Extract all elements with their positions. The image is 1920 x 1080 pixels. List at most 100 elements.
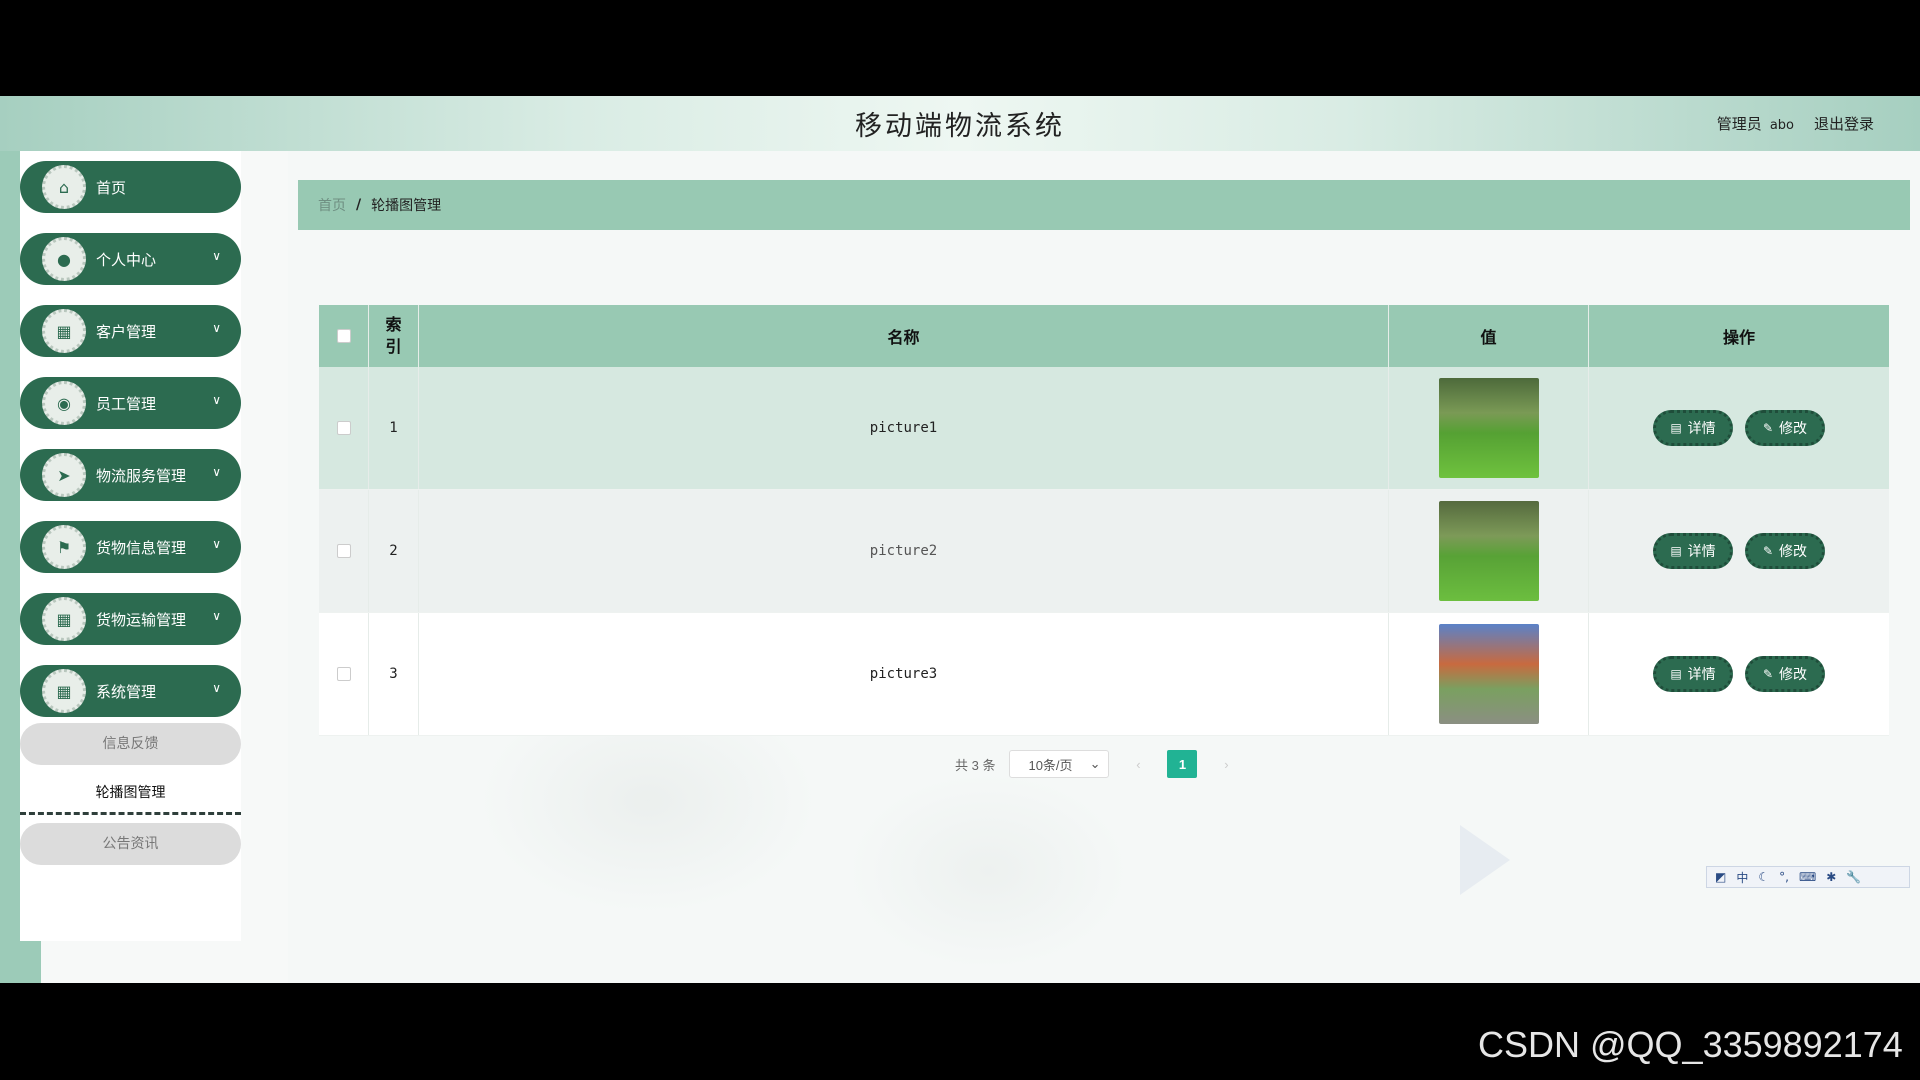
row-value-cell xyxy=(1389,613,1589,735)
sidebar-item-label: 货物信息管理 xyxy=(96,539,187,557)
csdn-watermark: CSDN @QQ_3359892174 xyxy=(1478,1024,1903,1065)
header-value: 值 xyxy=(1389,305,1589,367)
sidebar-item-home[interactable]: ⌂ 首页 xyxy=(20,161,241,213)
header-index-line2: 引 xyxy=(385,337,402,356)
header-index: 索 引 xyxy=(369,305,419,367)
row-name: picture2 xyxy=(419,490,1389,612)
row-thumbnail-image xyxy=(1438,501,1539,601)
document-icon: ▤ xyxy=(1670,421,1682,435)
ime-language[interactable]: 中 xyxy=(1736,869,1748,886)
breadcrumb-home[interactable]: 首页 xyxy=(318,195,346,215)
detail-button[interactable]: ▤ 详情 xyxy=(1653,410,1733,446)
settings-icon: ✱ xyxy=(1826,870,1837,884)
edit-button-label: 修改 xyxy=(1779,543,1808,559)
chevron-down-icon: ∨ xyxy=(212,393,221,407)
detail-button[interactable]: ▤ 详情 xyxy=(1653,656,1733,692)
keyboard-icon: ⌨ xyxy=(1798,870,1817,884)
page-size-select[interactable]: 10条/页 ⌄ xyxy=(1009,750,1110,778)
chevron-down-icon: ⌄ xyxy=(1089,756,1101,771)
sidebar: ⌂ 首页 ● 个人中心 ∨ ▦ 客户管理 ∨ ◉ 员工管理 ∨ ➤ 物流服务管理… xyxy=(20,151,241,941)
prev-page-button[interactable]: ‹ xyxy=(1123,750,1153,778)
ime-logo-icon: ◩ xyxy=(1715,870,1727,884)
row-button-group: ▤ 详情 ✎ 修改 xyxy=(1653,410,1825,446)
pencil-icon: ✎ xyxy=(1762,544,1774,558)
table-row: 1 picture1 ▤ 详情 ✎ 修改 xyxy=(319,367,1889,490)
document-icon: ▤ xyxy=(1670,667,1682,681)
sidebar-item-label: 物流服务管理 xyxy=(96,467,187,485)
edit-button-label: 修改 xyxy=(1779,666,1808,682)
top-header: 移动端物流系统 管理员 abo 退出登录 xyxy=(0,96,1920,151)
chevron-down-icon: ∨ xyxy=(212,249,221,263)
row-operations: ▤ 详情 ✎ 修改 xyxy=(1589,490,1889,612)
chevron-down-icon: ∨ xyxy=(212,537,221,551)
grid-icon: ▦ xyxy=(42,309,86,353)
row-checkbox[interactable] xyxy=(336,421,351,435)
sidebar-item-label: 员工管理 xyxy=(96,395,157,413)
select-all-checkbox[interactable] xyxy=(336,329,351,343)
row-checkbox[interactable] xyxy=(336,667,351,681)
edit-button[interactable]: ✎ 修改 xyxy=(1745,533,1825,569)
header-operation: 操作 xyxy=(1722,328,1755,347)
header-select-all xyxy=(319,305,369,367)
sidebar-subitem-announcements[interactable]: 公告资讯 xyxy=(20,823,241,865)
row-value-cell xyxy=(1389,490,1589,612)
chevron-down-icon: ∨ xyxy=(212,609,221,623)
sidebar-item-label: 个人中心 xyxy=(96,251,157,269)
row-button-group: ▤ 详情 ✎ 修改 xyxy=(1653,533,1825,569)
table-row: 3 picture3 ▤ 详情 ✎ 修改 xyxy=(319,613,1889,736)
page-size-value: 10条/页 xyxy=(1028,757,1073,773)
row-name: picture3 xyxy=(419,613,1389,735)
detail-button-label: 详情 xyxy=(1687,543,1716,559)
page-number-button[interactable]: 1 xyxy=(1167,750,1198,778)
sidebar-item-label: 客户管理 xyxy=(96,323,157,341)
carousel-table: 索 引 名称 值 操作 1 picture1 ▤ 详情 ✎ 修改 2 picture… xyxy=(319,305,1889,736)
detail-button-label: 详情 xyxy=(1687,420,1716,436)
pagination: 共 3 条 10条/页 ⌄ ‹ 1 › xyxy=(955,750,1241,778)
sidebar-subitem-feedback[interactable]: 信息反馈 xyxy=(20,723,241,765)
sidebar-item-system[interactable]: ▦ 系统管理 ∨ xyxy=(20,665,241,717)
sidebar-item-label: 系统管理 xyxy=(96,683,157,701)
chevron-down-icon: ∨ xyxy=(212,465,221,479)
logout-link[interactable]: 退出登录 xyxy=(1814,113,1874,134)
detail-button-label: 详情 xyxy=(1687,666,1716,682)
row-value-cell xyxy=(1389,367,1589,489)
flag-icon: ⚑ xyxy=(42,525,86,569)
breadcrumb: 首页 / 轮播图管理 xyxy=(298,180,1910,230)
row-index: 3 xyxy=(369,613,419,735)
sidebar-item-personal-center[interactable]: ● 个人中心 ∨ xyxy=(20,233,241,285)
edit-button[interactable]: ✎ 修改 xyxy=(1745,410,1825,446)
sidebar-subitem-carousel[interactable]: 轮播图管理 xyxy=(20,771,241,815)
sidebar-item-label: 首页 xyxy=(96,179,127,197)
row-thumbnail-image xyxy=(1438,624,1539,724)
detail-button[interactable]: ▤ 详情 xyxy=(1653,533,1733,569)
next-page-button[interactable]: › xyxy=(1211,750,1241,778)
edit-button-label: 修改 xyxy=(1779,420,1808,436)
wrench-icon: 🔧 xyxy=(1846,870,1862,884)
ime-toolbar: ◩ 中 ☾ °, ⌨ ✱ 🔧 xyxy=(1706,866,1910,888)
sidebar-item-employee[interactable]: ◉ 员工管理 ∨ xyxy=(20,377,241,429)
row-operations: ▤ 详情 ✎ 修改 xyxy=(1589,367,1889,489)
edit-button[interactable]: ✎ 修改 xyxy=(1745,656,1825,692)
sidebar-item-goods-info[interactable]: ⚑ 货物信息管理 ∨ xyxy=(20,521,241,573)
app-title: 移动端物流系统 xyxy=(855,111,1065,142)
breadcrumb-separator: / xyxy=(356,197,362,213)
moon-icon: ☾ xyxy=(1758,870,1770,884)
play-logo-icon xyxy=(1460,825,1510,895)
row-name: picture1 xyxy=(419,367,1389,489)
home-icon: ⌂ xyxy=(42,165,86,209)
breadcrumb-current: 轮播图管理 xyxy=(371,198,442,214)
header-index-line1: 索 xyxy=(385,315,402,334)
user-icon: ● xyxy=(42,237,86,281)
row-checkbox[interactable] xyxy=(336,544,351,558)
chevron-down-icon: ∨ xyxy=(212,681,221,695)
table-header: 索 引 名称 值 操作 xyxy=(319,305,1889,367)
pencil-icon: ✎ xyxy=(1762,667,1774,681)
row-operations: ▤ 详情 ✎ 修改 xyxy=(1589,613,1889,735)
row-index: 1 xyxy=(369,367,419,489)
sidebar-item-goods-transport[interactable]: ▦ 货物运输管理 ∨ xyxy=(20,593,241,645)
sidebar-item-customer[interactable]: ▦ 客户管理 ∨ xyxy=(20,305,241,357)
sidebar-item-logistics-service[interactable]: ➤ 物流服务管理 ∨ xyxy=(20,449,241,501)
row-thumbnail-image xyxy=(1438,378,1539,478)
row-select-cell xyxy=(319,613,369,735)
pencil-icon: ✎ xyxy=(1762,421,1774,435)
